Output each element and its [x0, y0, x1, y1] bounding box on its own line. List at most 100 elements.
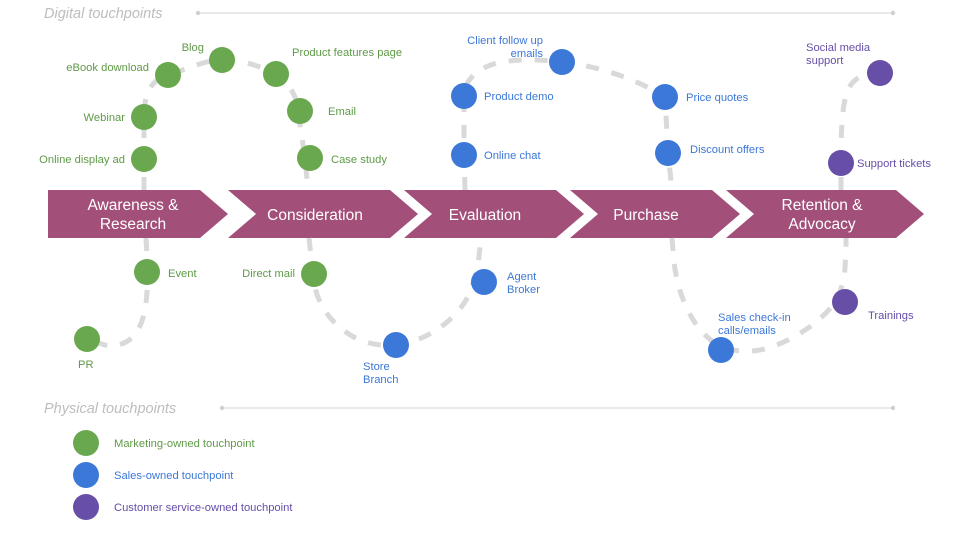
touchpoint-dot-blog[interactable] — [209, 47, 235, 73]
touchpoint-label-discount-offers: Discount offers — [690, 144, 765, 156]
touchpoint-dot-trainings[interactable] — [832, 289, 858, 315]
touchpoint-label-agent-broker-line2: Broker — [507, 284, 540, 296]
legend-label-service: Customer service-owned touchpoint — [114, 502, 293, 514]
touchpoint-label-sales-check-in-line2: calls/emails — [718, 325, 776, 337]
touchpoint-dot-social-media-support[interactable] — [867, 60, 893, 86]
touchpoint-nodes-physical: PR Event Direct mail Store Branch Agent — [74, 259, 914, 386]
touchpoint-price-quotes[interactable]: Price quotes — [652, 84, 749, 110]
physical-axis-label: Physical touchpoints — [44, 401, 176, 417]
physical-touchpoints-axis: Physical touchpoints — [44, 401, 896, 417]
touchpoint-label-email: Email — [328, 106, 356, 118]
touchpoint-ebook-download[interactable]: eBook download — [66, 62, 181, 88]
legend-item-sales[interactable]: Sales-owned touchpoint — [73, 462, 234, 488]
stage-label-retention-line1: Retention & — [782, 197, 864, 214]
touchpoint-dot-email[interactable] — [287, 98, 313, 124]
touchpoint-label-blog: Blog — [182, 42, 204, 54]
touchpoint-trainings[interactable]: Trainings — [832, 289, 914, 322]
touchpoint-dot-sales-check-in[interactable] — [708, 337, 734, 363]
touchpoint-dot-pr[interactable] — [74, 326, 100, 352]
touchpoint-dot-case-study[interactable] — [297, 145, 323, 171]
touchpoint-label-social-media-support-line2: support — [806, 55, 844, 67]
legend-label-sales: Sales-owned touchpoint — [114, 470, 234, 482]
touchpoint-dot-agent-broker[interactable] — [471, 269, 497, 295]
legend-label-marketing: Marketing-owned touchpoint — [114, 438, 255, 450]
touchpoint-label-online-display-ad: Online display ad — [39, 154, 125, 166]
touchpoint-dot-event[interactable] — [134, 259, 160, 285]
touchpoint-label-store-branch-line2: Branch — [363, 374, 398, 386]
touchpoint-discount-offers[interactable]: Discount offers — [655, 140, 765, 166]
touchpoint-nodes-digital: Online display ad Webinar eBook download… — [39, 35, 931, 176]
touchpoint-sales-check-in[interactable]: Sales check-in calls/emails — [708, 312, 791, 363]
stage-chevron-awareness[interactable]: Awareness & Research — [48, 190, 228, 238]
touchpoint-label-trainings: Trainings — [868, 310, 914, 322]
touchpoint-label-store-branch-line1: Store — [363, 361, 390, 373]
touchpoint-label-product-demo: Product demo — [484, 91, 554, 103]
stage-label-consideration-line1: Consideration — [267, 207, 363, 224]
touchpoint-label-case-study: Case study — [331, 154, 387, 166]
stage-chevron-purchase[interactable]: Purchase — [570, 190, 740, 238]
touchpoint-direct-mail[interactable]: Direct mail — [242, 261, 327, 287]
touchpoint-agent-broker[interactable]: Agent Broker — [471, 269, 540, 296]
touchpoint-email[interactable]: Email — [287, 98, 356, 124]
touchpoint-online-chat[interactable]: Online chat — [451, 142, 541, 168]
touchpoint-client-follow-up[interactable]: Client follow up emails — [467, 35, 575, 75]
legend-swatch-sales — [73, 462, 99, 488]
touchpoint-dot-webinar[interactable] — [131, 104, 157, 130]
stage-label-purchase-line1: Purchase — [613, 207, 678, 224]
touchpoint-dot-support-tickets[interactable] — [828, 150, 854, 176]
digital-touchpoints-axis: Digital touchpoints — [44, 6, 896, 22]
touchpoint-dot-price-quotes[interactable] — [652, 84, 678, 110]
touchpoint-label-ebook-download: eBook download — [66, 62, 149, 74]
touchpoint-social-media-support[interactable]: Social media support — [806, 42, 893, 86]
touchpoint-case-study[interactable]: Case study — [297, 145, 387, 171]
touchpoint-pr[interactable]: PR — [74, 326, 100, 371]
touchpoint-dot-product-features-page[interactable] — [263, 61, 289, 87]
touchpoint-label-agent-broker-line1: Agent — [507, 271, 537, 283]
touchpoint-dot-online-chat[interactable] — [451, 142, 477, 168]
touchpoint-label-price-quotes: Price quotes — [686, 92, 749, 104]
touchpoint-webinar[interactable]: Webinar — [84, 104, 157, 130]
legend-item-service[interactable]: Customer service-owned touchpoint — [73, 494, 293, 520]
touchpoint-dot-online-display-ad[interactable] — [131, 146, 157, 172]
touchpoint-label-client-follow-up-line2: emails — [511, 48, 544, 60]
physical-axis-end-dot — [890, 405, 896, 411]
stage-chevron-evaluation[interactable]: Evaluation — [404, 190, 584, 238]
touchpoint-label-direct-mail: Direct mail — [242, 268, 295, 280]
stage-label-retention-line2: Advocacy — [788, 216, 855, 233]
legend-item-marketing[interactable]: Marketing-owned touchpoint — [73, 430, 255, 456]
connector-arc-evaluation-purchase-upper — [461, 57, 675, 191]
touchpoint-dot-product-demo[interactable] — [451, 83, 477, 109]
touchpoint-label-webinar: Webinar — [84, 112, 126, 124]
touchpoint-event[interactable]: Event — [134, 259, 197, 285]
customer-journey-diagram: Digital touchpoints Awareness & Research — [39, 6, 931, 520]
touchpoint-online-display-ad[interactable]: Online display ad — [39, 146, 157, 172]
touchpoint-dot-discount-offers[interactable] — [655, 140, 681, 166]
stage-chevron-retention[interactable]: Retention & Advocacy — [726, 190, 924, 238]
stage-chevron-consideration[interactable]: Consideration — [228, 190, 418, 238]
touchpoint-blog[interactable]: Blog — [182, 42, 235, 73]
connector-arc-awareness-lower — [87, 237, 150, 349]
stage-label-awareness-line2: Research — [100, 216, 166, 233]
touchpoint-product-features-page[interactable]: Product features page — [263, 47, 402, 87]
digital-axis-label: Digital touchpoints — [44, 6, 163, 22]
touchpoint-label-social-media-support-line1: Social media — [806, 42, 871, 54]
touchpoint-product-demo[interactable]: Product demo — [451, 83, 554, 109]
touchpoint-label-sales-check-in-line1: Sales check-in — [718, 312, 791, 324]
touchpoint-dot-ebook-download[interactable] — [155, 62, 181, 88]
physical-axis-start-dot — [219, 405, 225, 411]
digital-axis-start-dot — [195, 10, 201, 16]
digital-axis-end-dot — [890, 10, 896, 16]
touchpoint-dot-client-follow-up[interactable] — [549, 49, 575, 75]
touchpoint-label-pr: PR — [78, 359, 94, 371]
touchpoint-support-tickets[interactable]: Support tickets — [828, 150, 931, 176]
connector-arc-consideration-evaluation-lower — [306, 237, 484, 348]
touchpoint-label-product-features-page: Product features page — [292, 47, 402, 59]
stage-label-evaluation-line1: Evaluation — [449, 207, 521, 224]
legend-swatch-marketing — [73, 430, 99, 456]
connector-arcs-upper — [141, 57, 880, 191]
touchpoint-dot-direct-mail[interactable] — [301, 261, 327, 287]
touchpoint-store-branch[interactable]: Store Branch — [363, 332, 409, 386]
journey-map-canvas: Digital touchpoints Awareness & Research — [0, 0, 960, 540]
touchpoint-dot-store-branch[interactable] — [383, 332, 409, 358]
stage-band: Awareness & Research Consideration Evalu… — [48, 190, 924, 238]
